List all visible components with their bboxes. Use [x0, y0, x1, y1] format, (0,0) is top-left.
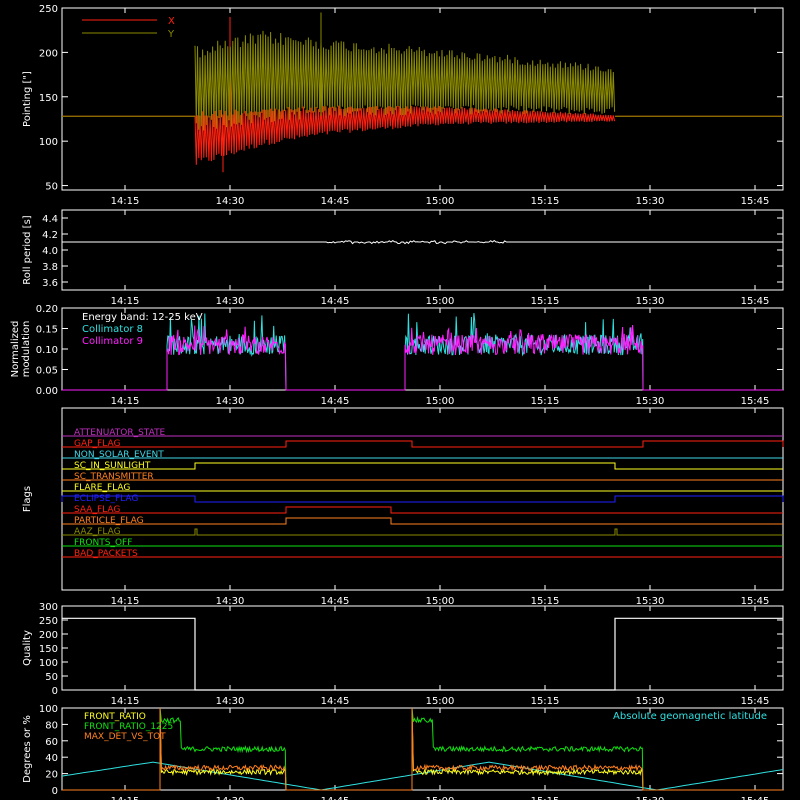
flag-label: ATTENUATOR_STATE [74, 428, 166, 438]
x-tick-label: 15:00 [426, 596, 455, 607]
y-axis-title: Pointing ["] [22, 71, 33, 127]
flag-label: FRONTS_OFF [74, 538, 132, 548]
x-tick-label: 15:30 [636, 396, 665, 407]
x-tick-label: 14:45 [321, 596, 350, 607]
x-tick-label: 14:45 [321, 296, 350, 307]
x-tick-label: 15:00 [426, 396, 455, 407]
x-tick-label: 14:30 [216, 696, 245, 707]
flag-label: ECLIPSE_FLAG [74, 494, 138, 504]
y-tick-label: 150 [39, 93, 58, 104]
x-tick-label: 14:15 [111, 696, 140, 707]
y-tick-label: 4.2 [42, 230, 58, 241]
x-tick-label: 15:45 [741, 696, 770, 707]
flag-label: PARTICLE_FLAG [74, 516, 144, 526]
x-tick-label: 15:30 [636, 196, 665, 207]
legend-label: Y [167, 29, 175, 40]
x-tick-label: 14:45 [321, 396, 350, 407]
y-tick-label: 250 [39, 616, 58, 627]
y-tick-label: 20 [45, 770, 58, 781]
x-tick-label: 15:30 [636, 296, 665, 307]
x-tick-label: 14:30 [216, 396, 245, 407]
x-tick-label: 15:15 [531, 796, 560, 800]
y-tick-label: 300 [39, 602, 58, 613]
flag-label: SC_TRANSMITTER [74, 472, 154, 482]
y-tick-label: 0.05 [36, 366, 58, 377]
x-tick-label: 15:30 [636, 596, 665, 607]
flag-label: SC_IN_SUNLIGHT [74, 461, 151, 471]
legend-label: Collimator 9 [82, 336, 143, 347]
y-tick-label: 150 [39, 644, 58, 655]
y-tick-label: 60 [45, 737, 58, 748]
flag-label: AAZ_FLAG [74, 527, 121, 537]
x-tick-label: 15:45 [741, 396, 770, 407]
y-tick-label: 4.0 [42, 246, 58, 257]
x-tick-label: 15:00 [426, 796, 455, 800]
x-tick-label: 14:30 [216, 796, 245, 800]
energy-band-annotation: Energy band: 12-25 keV [82, 312, 203, 323]
x-tick-label: 15:15 [531, 596, 560, 607]
x-tick-label: 14:45 [321, 196, 350, 207]
x-tick-label: 14:45 [321, 696, 350, 707]
y-axis-title: modulation [21, 321, 32, 378]
y-tick-label: 0.20 [36, 304, 58, 315]
x-tick-label: 14:30 [216, 596, 245, 607]
x-tick-label: 14:15 [111, 296, 140, 307]
x-tick-label: 15:00 [426, 196, 455, 207]
y-axis-title: Degrees or % [22, 715, 33, 783]
y-tick-label: 0.15 [36, 325, 58, 336]
y-tick-label: 200 [39, 630, 58, 641]
diagnostic-chart: 14:15 14:30 14:45 15:00 15:15 15:30 15:45 50 100… [0, 0, 800, 800]
flag-label: NON_SOLAR_EVENT [74, 450, 164, 460]
y-tick-label: 250 [39, 4, 58, 15]
x-tick-label: 15:15 [531, 296, 560, 307]
y-tick-label: 80 [45, 720, 58, 731]
x-tick-label: 15:30 [636, 796, 665, 800]
x-tick-label: 15:00 [426, 696, 455, 707]
x-tick-label: 15:45 [741, 196, 770, 207]
y-tick-label: 0 [52, 686, 58, 697]
y-tick-label: 0 [52, 786, 58, 797]
y-tick-label: 100 [39, 137, 58, 148]
y-tick-label: 3.6 [42, 278, 58, 289]
y-tick-label: 100 [39, 658, 58, 669]
y-tick-label: 50 [45, 182, 58, 193]
legend-label: FRONT_RATIO [84, 712, 146, 722]
y-tick-label: 0.10 [36, 345, 58, 356]
geomagnetic-annotation: Absolute geomagnetic latitude [613, 711, 767, 722]
legend-label: MAX_DET_VS_TOT [84, 732, 166, 742]
y-axis-title: Flags [22, 486, 33, 512]
x-tick-label: 15:45 [741, 296, 770, 307]
y-axis-title: Normalized [10, 321, 21, 378]
y-tick-label: 40 [45, 753, 58, 764]
flag-label: FLARE_FLAG [74, 483, 130, 493]
y-tick-label: 200 [39, 48, 58, 59]
x-tick-label: 15:30 [636, 696, 665, 707]
x-tick-label: 15:00 [426, 296, 455, 307]
y-tick-label: 3.8 [42, 262, 58, 273]
x-tick-label: 14:30 [216, 296, 245, 307]
legend-label: X [168, 16, 175, 27]
x-tick-label: 14:30 [216, 196, 245, 207]
x-tick-label: 14:15 [111, 196, 140, 207]
x-tick-label: 15:45 [741, 596, 770, 607]
y-tick-label: 0.00 [36, 386, 58, 397]
x-tick-label: 14:15 [111, 596, 140, 607]
x-tick-label: 15:15 [531, 396, 560, 407]
legend-label: Collimator 8 [82, 324, 143, 335]
y-axis-title: Quality [22, 630, 33, 666]
y-axis-title: Roll period [s] [22, 215, 33, 284]
flag-label: GAP_FLAG [74, 439, 120, 449]
x-tick-label: 15:15 [531, 696, 560, 707]
y-tick-label: 50 [45, 672, 58, 683]
flag-label: BAD_PACKETS [74, 549, 138, 559]
x-tick-label: 14:15 [111, 796, 140, 800]
flag-label: SAA_FLAG [74, 505, 120, 515]
x-tick-label: 15:45 [741, 796, 770, 800]
legend-label: FRONT_RATIO_1225 [84, 722, 173, 732]
x-tick-label: 14:15 [111, 396, 140, 407]
x-tick-label: 15:15 [531, 196, 560, 207]
x-tick-label: 14:45 [321, 796, 350, 800]
y-tick-label: 100 [39, 704, 58, 715]
y-tick-label: 4.4 [42, 214, 58, 225]
